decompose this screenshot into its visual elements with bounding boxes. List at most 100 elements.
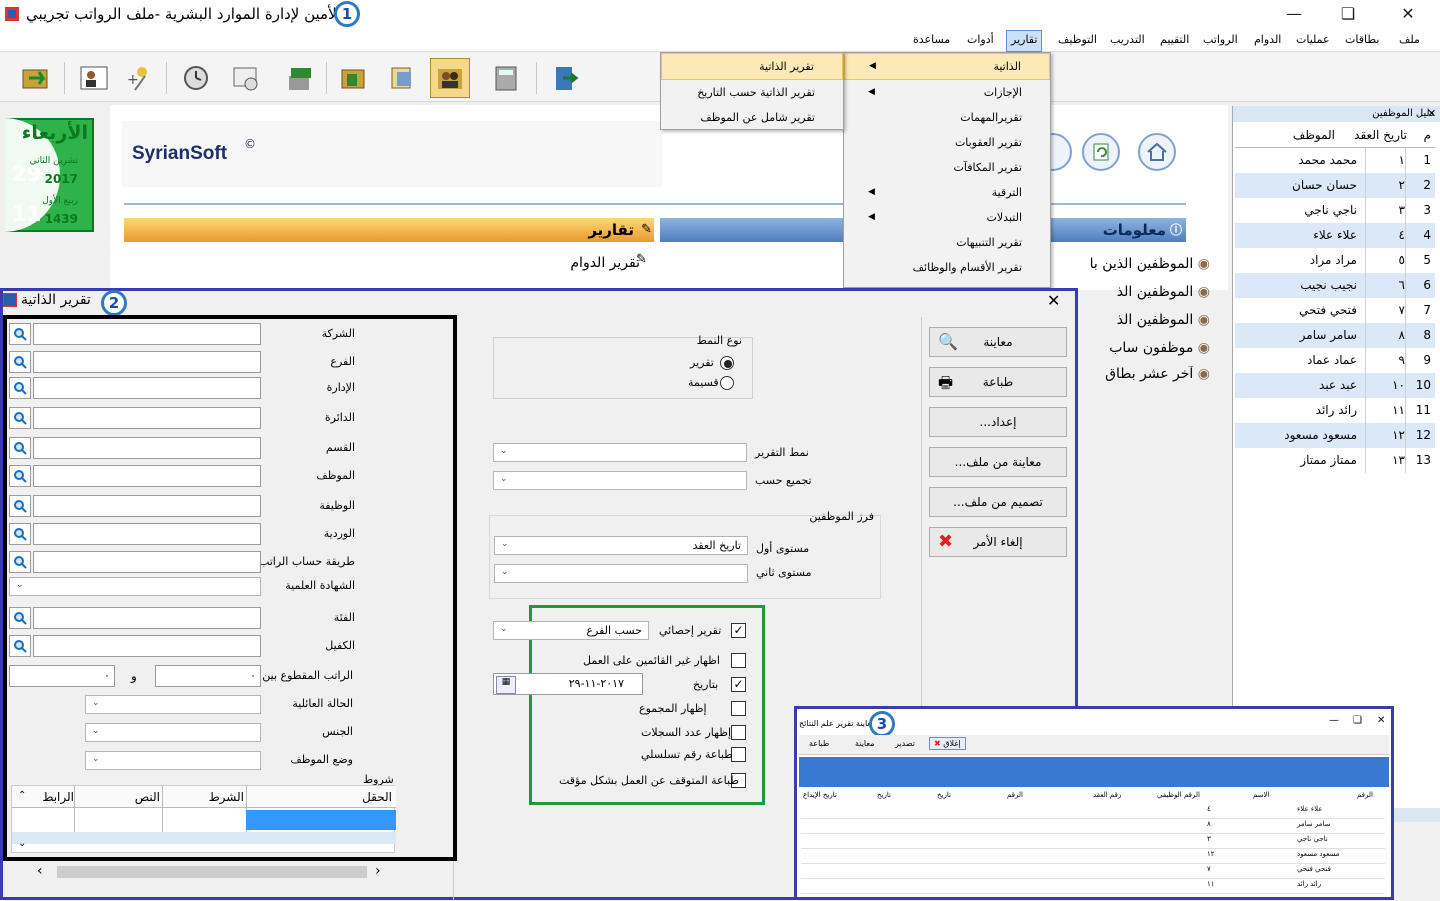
lookup-button[interactable] (9, 323, 31, 345)
reports-menu-item[interactable]: تقرير العقوبات (844, 130, 1050, 155)
lookup-button[interactable] (9, 495, 31, 517)
print-button[interactable]: 🖶 طباعة (929, 367, 1067, 397)
grid-row-selected-cell[interactable] (246, 810, 396, 830)
reports-menu-item[interactable]: تقريرالمهمات (844, 105, 1050, 130)
menu-evaluation[interactable]: التقييم (1157, 33, 1192, 46)
toolbar-employees-button[interactable] (430, 58, 470, 98)
lookup-button[interactable] (9, 407, 31, 429)
toolbar-employee-card-button[interactable] (74, 58, 114, 98)
group-by-select[interactable]: ⌄ (493, 471, 747, 490)
date-field[interactable]: ▦ ٢٠١٧-١١-٢٩ (493, 673, 643, 695)
show-absent-checkbox[interactable] (731, 653, 746, 668)
horizontal-scrollbar[interactable]: ‹ › (33, 863, 393, 881)
dialog-close-button[interactable]: ✕ (1047, 291, 1060, 310)
reports-menu-item[interactable]: التبدلات ◀ (844, 205, 1050, 230)
menu-file[interactable]: ملف (1396, 33, 1423, 46)
employee-row[interactable]: 3 ٣ ناجي ناجي (1235, 198, 1435, 223)
radio-report[interactable] (720, 356, 734, 370)
toolbar-documents-button[interactable] (382, 58, 422, 98)
maximize-button[interactable]: ❏ (1328, 3, 1368, 25)
filter-input[interactable] (33, 523, 261, 545)
submenu-personnel-by-date[interactable]: تقرير الذاتية حسب التاريخ (661, 80, 843, 105)
toolbar-attendance-button[interactable] (176, 58, 216, 98)
toolbar-calculator-button[interactable] (486, 58, 526, 98)
reports-menu-item[interactable]: تقرير المكافآت (844, 155, 1050, 180)
employee-row[interactable]: 7 ٧ فتحي فتحي (1235, 298, 1435, 323)
filter-input[interactable] (33, 323, 261, 345)
menu-help[interactable]: مساعدة (910, 33, 953, 46)
employee-row[interactable]: 4 ٤ علاء علاء (1235, 223, 1435, 248)
report-link-attendance[interactable]: تقرير الدوام (530, 255, 640, 271)
employee-row[interactable]: 6 ٦ نجيب نجيب (1235, 273, 1435, 298)
lookup-button[interactable] (9, 351, 31, 373)
info-item[interactable]: ◉ الموظفين الذ (1080, 312, 1210, 334)
submenu-full-employee-report[interactable]: تقرير شامل عن الموظف (661, 105, 843, 130)
preview-button[interactable]: 🔍 معاينة (929, 327, 1067, 357)
preview-from-file-button[interactable]: معاينة من ملف... (929, 447, 1067, 477)
preview-close-button[interactable]: ✕ (1377, 715, 1385, 726)
grid-col-link[interactable]: الرابط (42, 790, 74, 804)
filter-input[interactable] (33, 351, 261, 373)
show-count-checkbox[interactable] (731, 725, 746, 740)
info-item[interactable]: ◉ موظفون ساب (1080, 340, 1210, 362)
scroll-up-icon[interactable]: ⌃ (18, 790, 26, 801)
menu-tools[interactable]: أدوات (964, 33, 997, 46)
lookup-button[interactable] (9, 607, 31, 629)
employee-row[interactable]: 13 ١٣ ممتاز ممتاز (1235, 448, 1435, 473)
minimize-button[interactable]: — (1274, 3, 1314, 25)
employee-row[interactable]: 12 ١٢ مسعود مسعود (1235, 423, 1435, 448)
salary-from-field[interactable]: ٠ (155, 665, 261, 687)
submenu-personnel-report[interactable]: تقرير الذاتية (661, 53, 843, 80)
print-serial-checkbox[interactable] (731, 747, 746, 762)
sort-level2-select[interactable]: ⌄ (494, 564, 748, 583)
employee-row[interactable]: 10 ١٠ عبد عبد (1235, 373, 1435, 398)
refresh-button[interactable] (1082, 133, 1120, 171)
filter-input[interactable] (33, 635, 261, 657)
stat-report-select[interactable]: ⌄ حسب الفرع (493, 621, 649, 640)
close-icon[interactable]: ✕ (1427, 106, 1436, 122)
filter-input[interactable] (33, 551, 261, 573)
radio-slip[interactable] (720, 376, 734, 390)
grid-col-field[interactable]: الحقل (362, 790, 392, 804)
employee-row[interactable]: 1 ١ محمد محمد (1235, 148, 1435, 173)
toolbar-schedule-button[interactable] (226, 58, 266, 98)
toolbar-files-button[interactable] (334, 58, 374, 98)
cancel-button[interactable]: ✖ إلغاء الأمر (929, 527, 1067, 557)
scroll-right-icon[interactable]: › (375, 863, 381, 879)
reports-menu-item[interactable]: الذاتية ◀ (844, 53, 1050, 80)
employee-row[interactable]: 11 ١١ رائد رائد (1235, 398, 1435, 423)
info-item[interactable]: ◉ الموظفين الذ (1080, 284, 1210, 306)
info-item[interactable]: ◉ الموظفين الذين با (1050, 256, 1210, 278)
filter-input[interactable] (33, 465, 261, 487)
employee-row[interactable]: 2 ٢ حسان حسان (1235, 173, 1435, 198)
menu-operations[interactable]: عمليات (1293, 33, 1333, 46)
employee-status-select[interactable]: ⌄ (85, 751, 261, 770)
show-total-checkbox[interactable] (731, 701, 746, 716)
lookup-button[interactable] (9, 523, 31, 545)
filter-input[interactable] (33, 407, 261, 429)
menu-reports[interactable]: تقارير (1006, 30, 1043, 52)
lookup-button[interactable] (9, 551, 31, 573)
lookup-button[interactable] (9, 465, 31, 487)
scroll-down-icon[interactable]: ⌄ (18, 838, 26, 849)
col-num[interactable]: م (1424, 128, 1431, 142)
design-from-file-button[interactable]: تصميم من ملف... (929, 487, 1067, 517)
preview-print-tool[interactable]: طباعة (809, 739, 829, 748)
preview-view-tool[interactable]: معاينة (855, 739, 875, 748)
reports-menu-item[interactable]: تقرير الأقسام والوظائف (844, 255, 1050, 280)
filter-input[interactable] (33, 495, 261, 517)
family-status-select[interactable]: ⌄ (85, 695, 261, 714)
scroll-left-icon[interactable]: ‹ (37, 863, 43, 879)
setup-button[interactable]: إعداد... (929, 407, 1067, 437)
reports-menu-item[interactable]: تقرير التنبيهات (844, 230, 1050, 255)
reports-menu-item[interactable]: الإجازات ◀ (844, 80, 1050, 105)
filter-input[interactable] (33, 607, 261, 629)
toolbar-exit-button[interactable] (544, 58, 584, 98)
lookup-button[interactable] (9, 377, 31, 399)
preview-minimize-button[interactable]: — (1329, 715, 1339, 726)
toolbar-new-employee-button[interactable]: + (120, 58, 160, 98)
certificate-select[interactable]: ⌄ (9, 577, 261, 596)
info-item[interactable]: ◉ آخر عشر بطاق (1080, 366, 1210, 388)
col-employee[interactable]: الموظف (1293, 128, 1335, 142)
close-button[interactable]: ✕ (1388, 3, 1428, 25)
